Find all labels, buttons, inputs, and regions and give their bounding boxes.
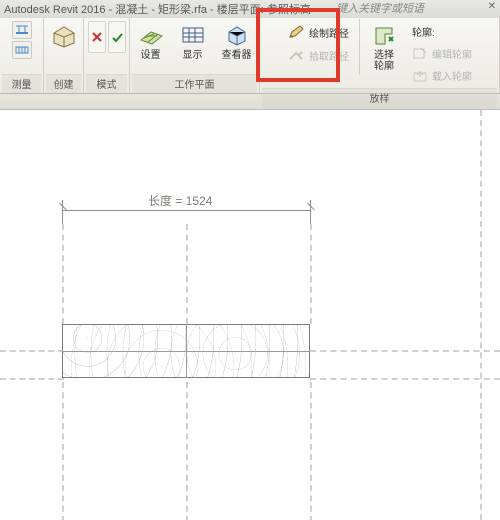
measure-icon[interactable]	[12, 41, 32, 59]
panel-create: 创建	[44, 18, 84, 93]
close-icon[interactable]: ✕	[488, 1, 496, 12]
display-label: 显示	[183, 50, 203, 61]
ribbon: 测量 创建 模式	[0, 18, 500, 94]
dimension-label[interactable]: 长度 = 1524	[148, 192, 212, 209]
grid-display-icon	[179, 21, 207, 49]
panel-measure: 测量	[0, 18, 44, 93]
load-profile-button[interactable]: 载入轮廓	[408, 66, 476, 85]
display-button[interactable]: 显示	[173, 19, 213, 63]
panel-workplane: 设置 显示 查看器 工作平面	[130, 18, 260, 93]
draw-path-button[interactable]: 绘制路径	[283, 22, 353, 42]
settings-button[interactable]: 设置	[131, 19, 171, 63]
box-extrude-icon	[50, 21, 78, 49]
viewer-label: 查看器	[222, 50, 252, 61]
dim-ext-left	[62, 200, 63, 226]
edit-profile-button[interactable]: 编辑轮廓	[408, 44, 476, 63]
panel-mode: 模式	[84, 18, 130, 93]
pencil-icon	[287, 24, 305, 40]
ref-v-rb	[310, 382, 312, 520]
ref-v-mb	[186, 382, 188, 520]
settings-label: 设置	[141, 50, 161, 61]
cube-viewer-icon	[223, 21, 251, 49]
panel-workplane-title: 工作平面	[132, 74, 257, 93]
ref-h-left2	[0, 378, 64, 380]
finish-mode-icon[interactable]	[108, 21, 126, 53]
cancel-mode-icon[interactable]	[88, 21, 106, 53]
ref-v-ma	[186, 224, 188, 324]
titlebar: Autodesk Revit 2016 - 混凝土 - 矩形梁.rfa - 楼层…	[0, 0, 500, 18]
ref-h-left	[0, 350, 64, 352]
ref-h-right2	[310, 378, 500, 380]
dim-line	[62, 210, 310, 211]
align-dim-icon[interactable]	[12, 21, 32, 39]
profile-label: 轮廓:	[412, 24, 435, 39]
ref-v-lb	[62, 382, 64, 520]
create-button[interactable]	[44, 19, 84, 51]
load-profile-icon	[412, 69, 428, 83]
panel-sweep: 绘制路径 拾取路径 选择 轮廓 轮廓:	[260, 18, 500, 93]
drawing-canvas[interactable]: 长度 = 1524	[0, 110, 500, 520]
ref-v-far	[480, 110, 482, 520]
draw-path-label: 绘制路径	[309, 25, 349, 40]
panel-sweep-title: 放样	[262, 88, 497, 107]
pick-path-button[interactable]: 拾取路径	[283, 45, 353, 65]
select-profile-label: 选择 轮廓	[374, 50, 394, 72]
edit-profile-label: 编辑轮廓	[432, 46, 472, 61]
panel-create-title: 创建	[46, 74, 81, 93]
pick-path-icon	[287, 47, 305, 63]
panel-measure-title: 测量	[2, 74, 41, 93]
profile-label-row: 轮廓:	[408, 22, 476, 41]
panel-mode-title: 模式	[86, 74, 127, 93]
grid-plane-icon	[137, 21, 165, 49]
load-profile-label: 载入轮廓	[432, 68, 472, 83]
dim-ext-right	[310, 200, 311, 226]
app-title: Autodesk Revit 2016 - 混凝土 - 矩形梁.rfa - 楼层…	[4, 1, 311, 17]
edit-profile-icon	[412, 47, 428, 61]
pick-path-label: 拾取路径	[309, 48, 349, 63]
profile-shape-icon	[370, 21, 398, 49]
ref-v-la	[62, 224, 64, 324]
ref-v-ra	[310, 224, 312, 324]
viewer-button[interactable]: 查看器	[215, 19, 259, 63]
keyword-hint[interactable]: 键入关键字或短语	[336, 0, 424, 16]
beam-midline-v	[186, 324, 187, 378]
ref-h-right	[310, 350, 500, 352]
select-profile-button[interactable]: 选择 轮廓	[364, 19, 404, 74]
